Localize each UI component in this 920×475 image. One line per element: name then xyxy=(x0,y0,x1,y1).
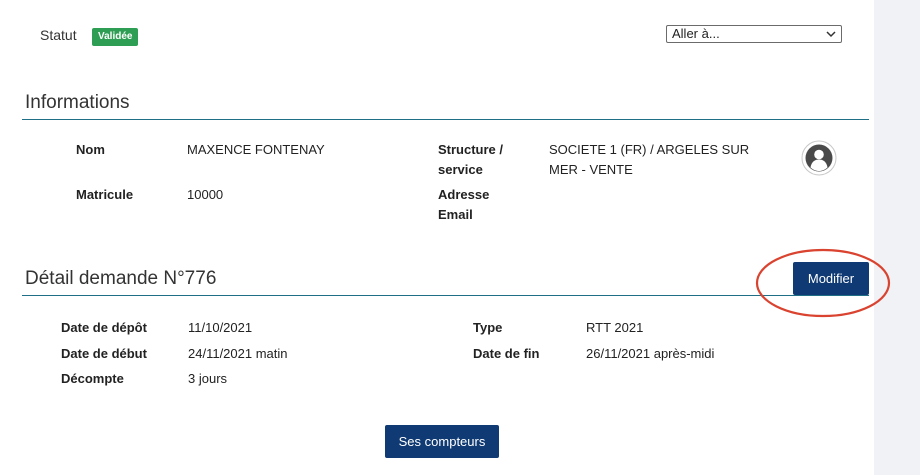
id-label: Matricule xyxy=(76,187,134,202)
user-avatar-icon xyxy=(801,140,837,176)
status-label: Statut xyxy=(40,27,77,43)
submit-date-label: Date de dépôt xyxy=(61,320,147,335)
detail-divider xyxy=(22,295,869,296)
start-date-value: 24/11/2021 matin xyxy=(188,346,288,361)
email-label-line1: Adresse xyxy=(438,187,490,202)
goto-select[interactable]: Aller à... xyxy=(666,25,842,43)
id-value: 10000 xyxy=(187,187,224,202)
structure-value-line1: SOCIETE 1 (FR) / ARGELES SUR xyxy=(549,142,750,157)
detail-title: Détail demande N°776 xyxy=(25,268,217,289)
count-label: Décompte xyxy=(61,371,124,386)
chevron-down-icon xyxy=(826,26,836,48)
end-date-value: 26/11/2021 après-midi xyxy=(586,346,715,361)
informations-title: Informations xyxy=(25,92,130,113)
start-date-label: Date de début xyxy=(61,346,147,361)
structure-value-line2: MER - VENTE xyxy=(549,162,633,177)
structure-label-line2: service xyxy=(438,162,483,177)
type-label: Type xyxy=(473,320,503,335)
name-label: Nom xyxy=(76,142,105,157)
name-value: MAXENCE FONTENAY xyxy=(187,142,325,157)
modify-button[interactable]: Modifier xyxy=(793,262,869,295)
submit-date-value: 11/10/2021 xyxy=(188,320,253,335)
end-date-label: Date de fin xyxy=(473,346,540,361)
goto-select-value: Aller à... xyxy=(672,26,720,41)
email-label-line2: Email xyxy=(438,207,473,222)
count-value: 3 jours xyxy=(188,371,228,386)
status-badge: Validée xyxy=(92,28,139,46)
scrollbar-track[interactable] xyxy=(874,0,920,475)
informations-divider xyxy=(22,119,869,120)
counters-button[interactable]: Ses compteurs xyxy=(385,425,499,458)
type-value: RTT 2021 xyxy=(586,320,644,335)
structure-label-line1: Structure / xyxy=(438,142,504,157)
